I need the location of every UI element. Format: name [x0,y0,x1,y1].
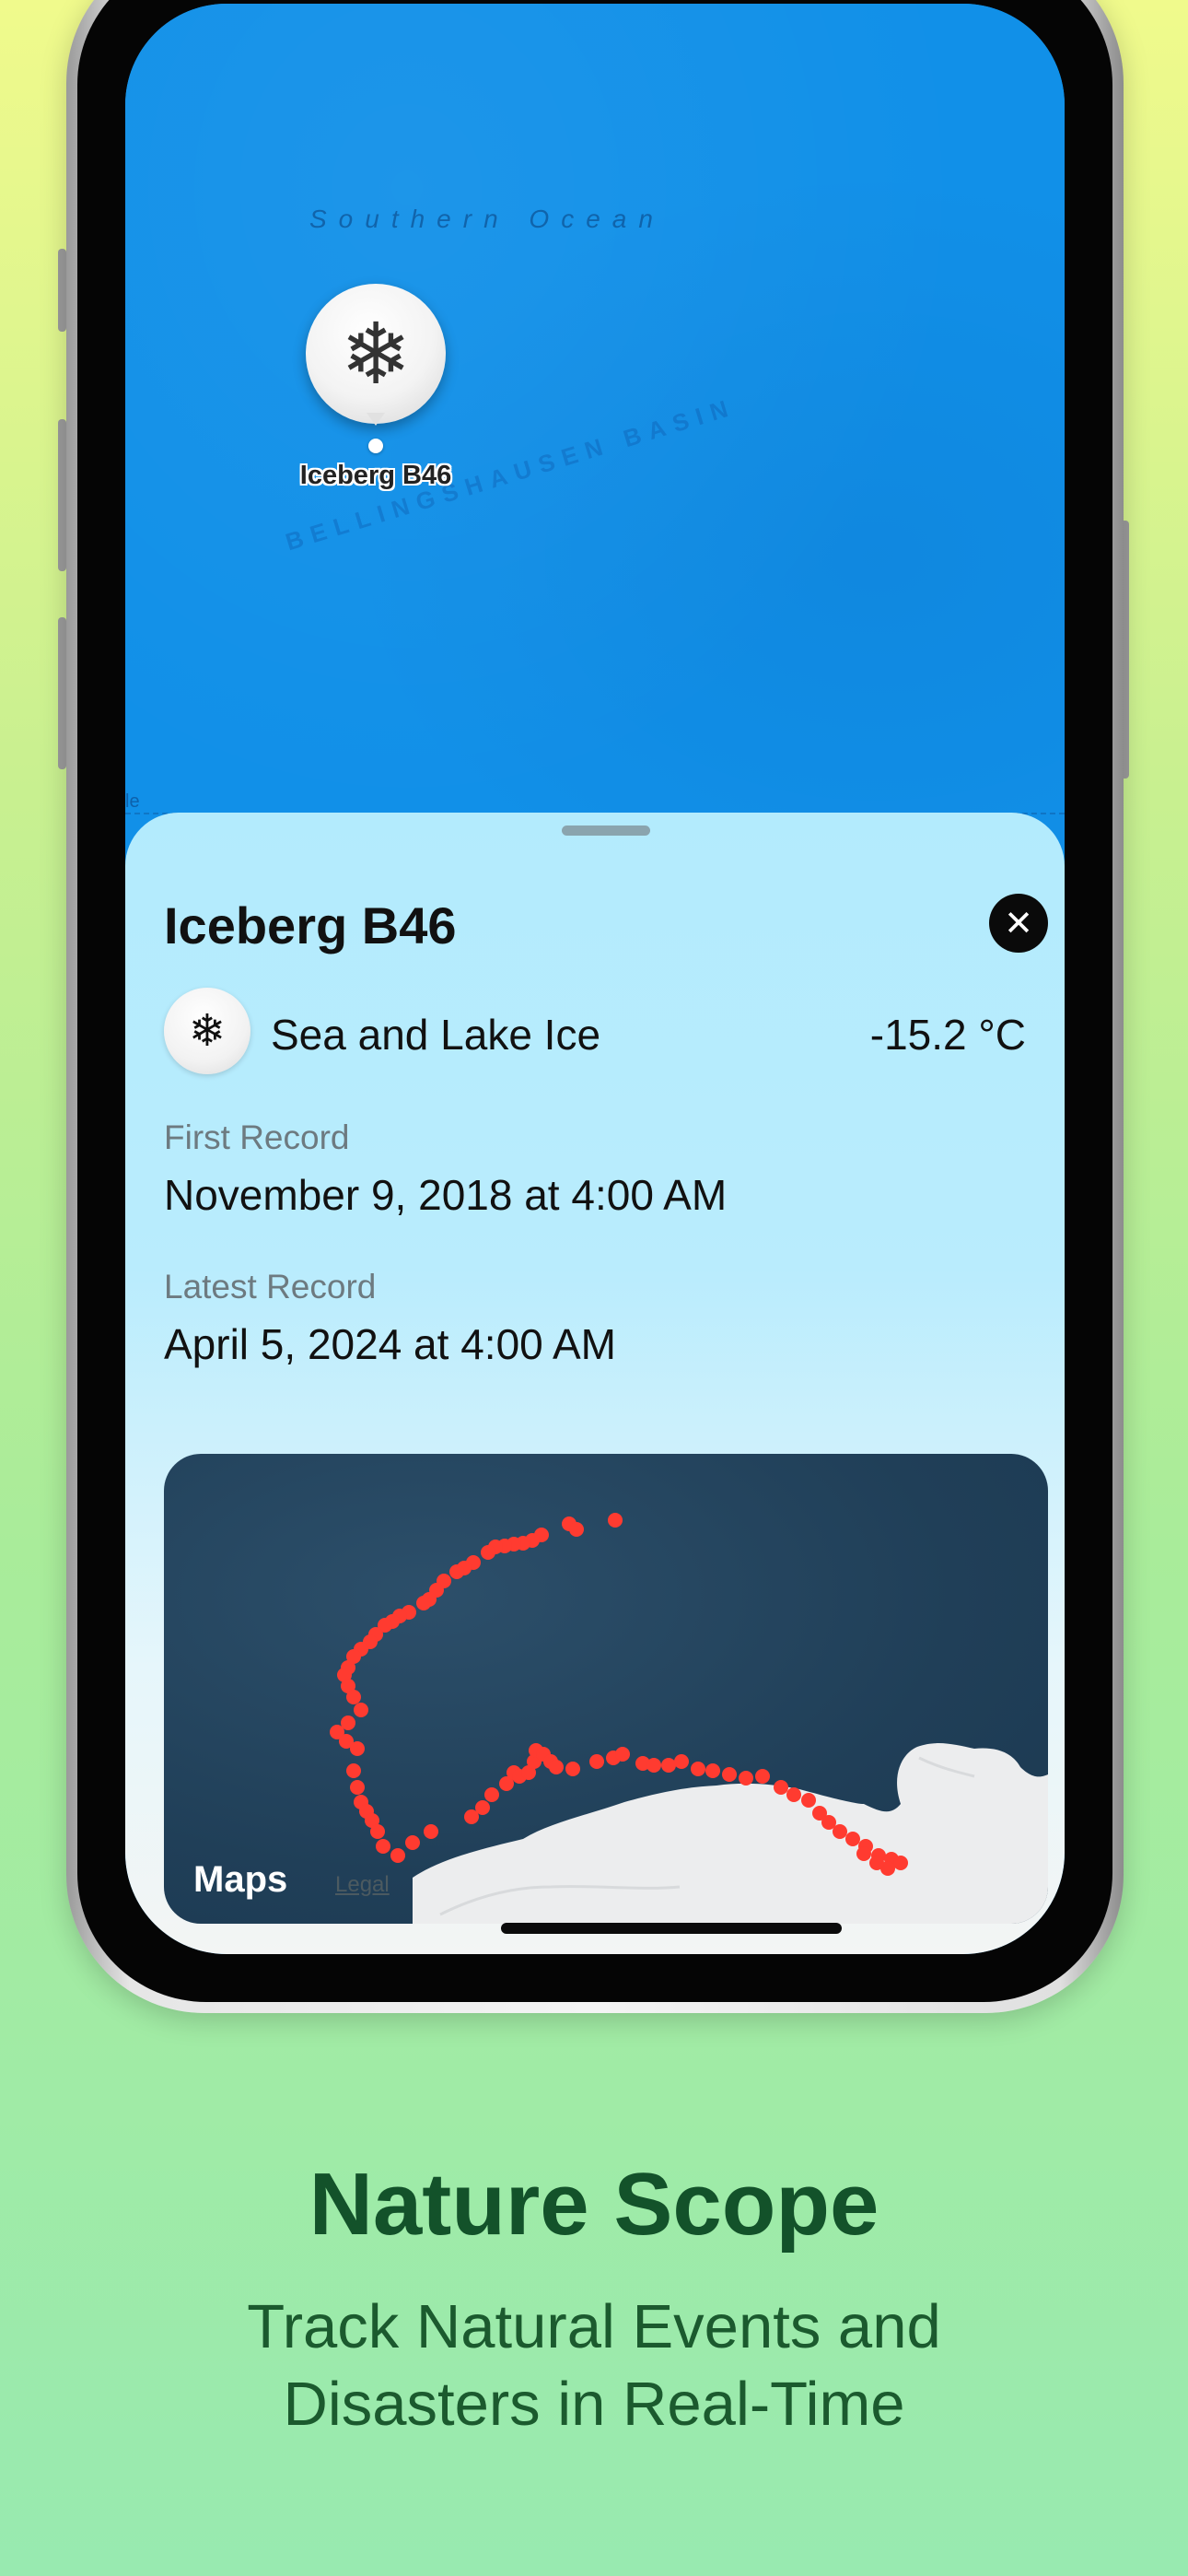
track-point [608,1513,623,1528]
first-record-label: First Record [164,1118,350,1156]
app-tagline: Track Natural Events and Disasters in Re… [138,2289,1050,2443]
latest-record-label: Latest Record [164,1268,377,1306]
track-point [845,1832,860,1846]
close-icon: ✕ [1004,903,1033,943]
track-point [705,1763,720,1778]
track-mini-map[interactable]: Maps Legal [164,1454,1048,1924]
track-point [416,1596,431,1610]
track-point [691,1762,705,1776]
phone-bezel: Southern Ocean BELLINGSHAUSEN BASIN le ❄… [77,0,1112,2002]
temperature-value: -15.2 °C [869,1011,1026,1059]
track-point [350,1780,365,1795]
track-point [449,1564,464,1579]
apple-maps-logo: Maps [190,1859,287,1901]
track-point [481,1545,495,1560]
track-point [424,1824,438,1839]
close-button[interactable]: ✕ [989,894,1048,953]
category-label: Sea and Lake Ice [271,1011,601,1059]
pin-location-dot [368,439,383,453]
track-point [615,1747,630,1762]
track-point [350,1741,365,1756]
track-point [856,1846,871,1861]
app-name-heading: Nature Scope [309,2155,879,2254]
map-edge-label: le [125,791,140,812]
event-detail-sheet: Iceberg B46 ✕ ❄ Sea and Lake Ice -15.2 °… [125,813,1065,1954]
track-point [801,1793,816,1808]
track-map-graphic [330,1513,1048,1924]
volume-down-button [58,617,66,769]
track-point [354,1703,368,1717]
track-point [484,1787,499,1802]
first-record-value: November 9, 2018 at 4:00 AM [164,1171,728,1219]
track-point [674,1754,689,1769]
map-view[interactable]: Southern Ocean BELLINGSHAUSEN BASIN le ❄… [125,4,1065,925]
map-label-ocean: Southern Ocean [309,205,665,233]
maps-brand-label: Maps [193,1859,288,1900]
track-point [786,1787,801,1802]
sheet-grabber[interactable] [562,825,650,836]
tagline-line-2: Disasters in Real-Time [283,2370,905,2439]
phone-frame: Southern Ocean BELLINGSHAUSEN BASIN le ❄… [66,0,1124,2013]
latest-record-value: April 5, 2024 at 4:00 AM [164,1320,616,1368]
track-point [346,1763,361,1778]
track-point [774,1780,788,1795]
event-title: Iceberg B46 [164,896,457,954]
track-point [646,1758,661,1773]
action-button [58,249,66,332]
track-point [376,1839,390,1854]
track-point [739,1771,753,1786]
map-pin-iceberg[interactable]: ❄ Iceberg B46 [300,284,451,490]
track-point [722,1767,737,1782]
track-point [346,1690,361,1704]
legal-link[interactable]: Legal [335,1872,390,1898]
track-point [390,1848,405,1863]
track-point [755,1769,770,1784]
track-point [833,1824,847,1839]
tagline-line-1: Track Natural Events and [247,2292,941,2361]
track-point [589,1754,604,1769]
track-point [565,1762,580,1776]
track-point [475,1800,490,1815]
track-point [869,1856,884,1870]
track-point [549,1760,564,1774]
home-indicator[interactable] [501,1923,842,1934]
track-point [370,1824,385,1839]
track-point [893,1856,908,1870]
snowflake-icon: ❄ [164,988,250,1074]
track-point [405,1835,420,1850]
pin-label: Iceberg B46 [299,461,452,490]
track-point [661,1758,676,1773]
phone-screen: Southern Ocean BELLINGSHAUSEN BASIN le ❄… [125,4,1065,1954]
track-point [569,1522,584,1537]
pin-tail [367,413,385,426]
volume-up-button [58,419,66,571]
snowflake-icon: ❄ [306,284,446,424]
